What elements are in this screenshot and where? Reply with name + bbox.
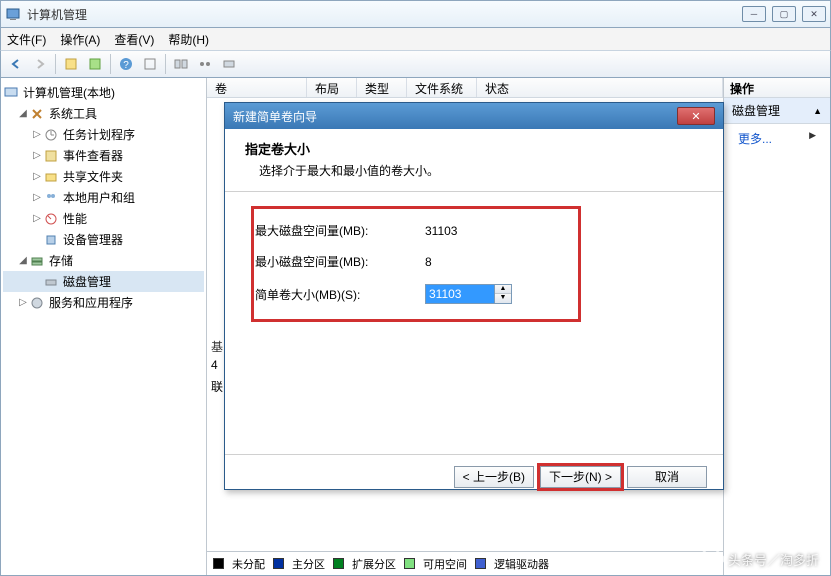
legend-primary-box	[273, 558, 284, 569]
expand-arrow-icon[interactable]: ▷	[31, 129, 43, 140]
expand-arrow-icon[interactable]: ▷	[17, 297, 29, 308]
back-button[interactable]	[5, 53, 27, 75]
peek-text-2: 4	[211, 358, 218, 372]
next-button[interactable]: 下一步(N) >	[540, 466, 621, 488]
col-status[interactable]: 状态	[477, 78, 723, 97]
folder-icon	[43, 169, 59, 185]
disk-icon	[43, 274, 59, 290]
wizard-body: 最大磁盘空间量(MB): 31103 最小磁盘空间量(MB): 8 简单卷大小(…	[225, 192, 723, 454]
window-title: 计算机管理	[27, 6, 742, 23]
tool-icon-1[interactable]	[60, 53, 82, 75]
actions-more[interactable]: 更多... ▶	[724, 124, 830, 153]
help-icon[interactable]: ?	[115, 53, 137, 75]
tree-panel: 计算机管理(本地) ◢ 系统工具 ▷ 任务计划程序 ▷ 事件查看器 ▷ 共享文件…	[1, 78, 207, 575]
wizard-title: 新建简单卷向导	[233, 108, 677, 125]
wizard-titlebar: 新建简单卷向导 ✕	[225, 103, 723, 129]
tree-disk-management[interactable]: 磁盘管理	[3, 271, 204, 292]
device-icon	[43, 232, 59, 248]
col-layout[interactable]: 布局	[307, 78, 357, 97]
services-icon	[29, 295, 45, 311]
col-filesystem[interactable]: 文件系统	[407, 78, 477, 97]
tree-root[interactable]: 计算机管理(本地)	[3, 82, 204, 103]
actions-disk-mgmt[interactable]: 磁盘管理 ▲	[724, 98, 830, 124]
col-type[interactable]: 类型	[357, 78, 407, 97]
tool-icon-4[interactable]	[170, 53, 192, 75]
storage-icon	[29, 253, 45, 269]
collapse-arrow-icon[interactable]: ◢	[17, 108, 29, 119]
watermark-text: 头条号／淘多折	[728, 550, 819, 569]
menu-file[interactable]: 文件(F)	[7, 31, 46, 48]
legend-logical-box	[475, 558, 486, 569]
wizard-heading: 指定卷大小	[245, 139, 703, 158]
expand-arrow-icon[interactable]: ▷	[31, 171, 43, 182]
users-icon	[43, 190, 59, 206]
chevron-right-icon: ▶	[809, 130, 816, 141]
tree-system-tools[interactable]: ◢ 系统工具	[3, 103, 204, 124]
tree-performance[interactable]: ▷ 性能	[3, 208, 204, 229]
actions-panel: 操作 磁盘管理 ▲ 更多... ▶	[723, 78, 830, 575]
window-titlebar: 计算机管理 ─ ▢ ✕	[0, 0, 831, 28]
watermark: 头条号／淘多折	[700, 548, 819, 570]
wizard-close-button[interactable]: ✕	[677, 107, 715, 125]
legend-free-box	[404, 558, 415, 569]
collapse-arrow-icon[interactable]: ◢	[17, 255, 29, 266]
tree-task-scheduler[interactable]: ▷ 任务计划程序	[3, 124, 204, 145]
watermark-logo-icon	[695, 543, 726, 574]
tree-local-users[interactable]: ▷ 本地用户和组	[3, 187, 204, 208]
computer-icon	[3, 85, 19, 101]
wizard-subheading: 选择介于最大和最小值的卷大小。	[245, 162, 703, 179]
column-headers: 卷 布局 类型 文件系统 状态	[207, 78, 723, 98]
legend-unallocated-box	[213, 558, 224, 569]
tools-icon	[29, 106, 45, 122]
svg-text:?: ?	[123, 60, 129, 71]
tool-icon-2[interactable]	[84, 53, 106, 75]
back-button[interactable]: < 上一步(B)	[454, 466, 534, 488]
peek-text-1: 基	[211, 338, 223, 356]
minimize-button[interactable]: ─	[742, 6, 766, 22]
tool-icon-6[interactable]	[218, 53, 240, 75]
wizard-header: 指定卷大小 选择介于最大和最小值的卷大小。	[225, 129, 723, 192]
forward-button[interactable]	[29, 53, 51, 75]
chevron-up-icon: ▲	[813, 106, 822, 116]
peek-text-3: 联	[211, 378, 223, 395]
expand-arrow-icon[interactable]: ▷	[31, 192, 43, 203]
toolbar: ?	[0, 50, 831, 78]
menu-help[interactable]: 帮助(H)	[168, 31, 209, 48]
menu-action[interactable]: 操作(A)	[60, 31, 100, 48]
maximize-button[interactable]: ▢	[772, 6, 796, 22]
tree-device-manager[interactable]: 设备管理器	[3, 229, 204, 250]
tree-event-viewer[interactable]: ▷ 事件查看器	[3, 145, 204, 166]
performance-icon	[43, 211, 59, 227]
tool-icon-3[interactable]	[139, 53, 161, 75]
clock-icon	[43, 127, 59, 143]
close-button[interactable]: ✕	[802, 6, 826, 22]
wizard-footer: < 上一步(B) 下一步(N) > 取消	[225, 454, 723, 498]
wizard-dialog: 新建简单卷向导 ✕ 指定卷大小 选择介于最大和最小值的卷大小。 最大磁盘空间量(…	[224, 102, 724, 490]
actions-header: 操作	[724, 78, 830, 98]
menu-view[interactable]: 查看(V)	[114, 31, 154, 48]
tree-storage[interactable]: ◢ 存储	[3, 250, 204, 271]
event-icon	[43, 148, 59, 164]
highlight-box	[251, 206, 581, 322]
app-icon	[5, 6, 21, 22]
tree-services-apps[interactable]: ▷ 服务和应用程序	[3, 292, 204, 313]
tool-icon-5[interactable]	[194, 53, 216, 75]
expand-arrow-icon[interactable]: ▷	[31, 213, 43, 224]
legend-bar: 未分配 主分区 扩展分区 可用空间 逻辑驱动器	[207, 551, 723, 575]
cancel-button[interactable]: 取消	[627, 466, 707, 488]
legend-extended-box	[333, 558, 344, 569]
tree-shared-folders[interactable]: ▷ 共享文件夹	[3, 166, 204, 187]
expand-arrow-icon[interactable]: ▷	[31, 150, 43, 161]
menu-bar: 文件(F) 操作(A) 查看(V) 帮助(H)	[0, 28, 831, 50]
col-volume[interactable]: 卷	[207, 78, 307, 97]
